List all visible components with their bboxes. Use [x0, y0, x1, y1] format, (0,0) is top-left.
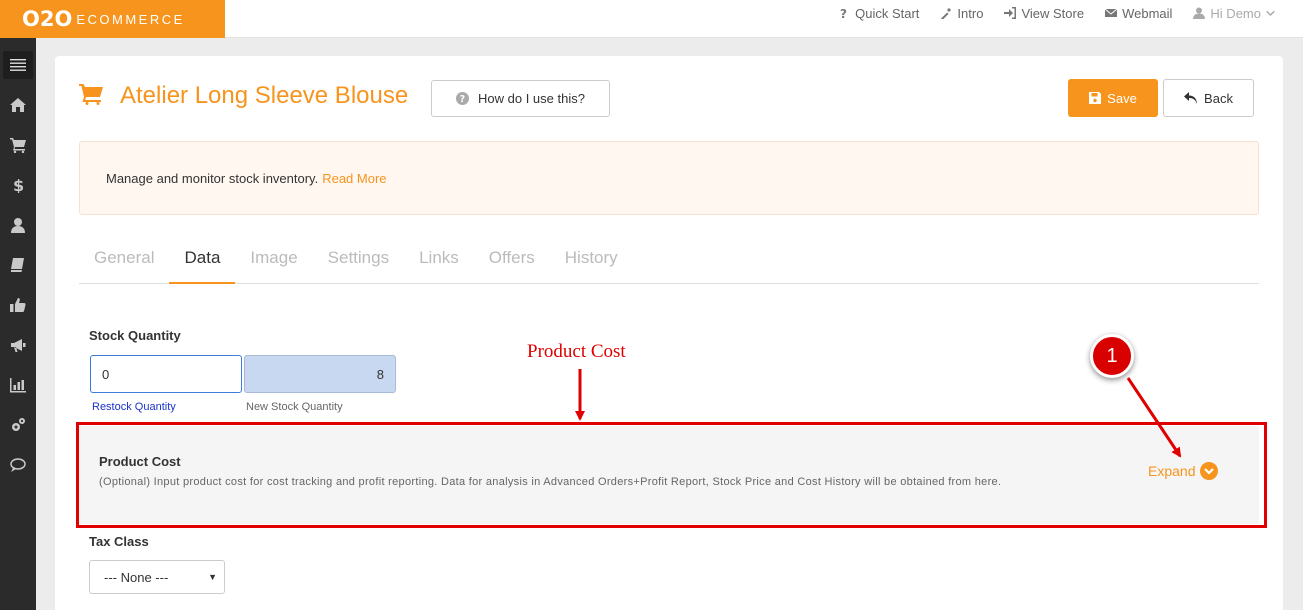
annotation-arrows	[575, 369, 1182, 458]
annotation-step-badge: 1	[1090, 334, 1134, 378]
annotation-arrow-expand	[1126, 377, 1182, 458]
